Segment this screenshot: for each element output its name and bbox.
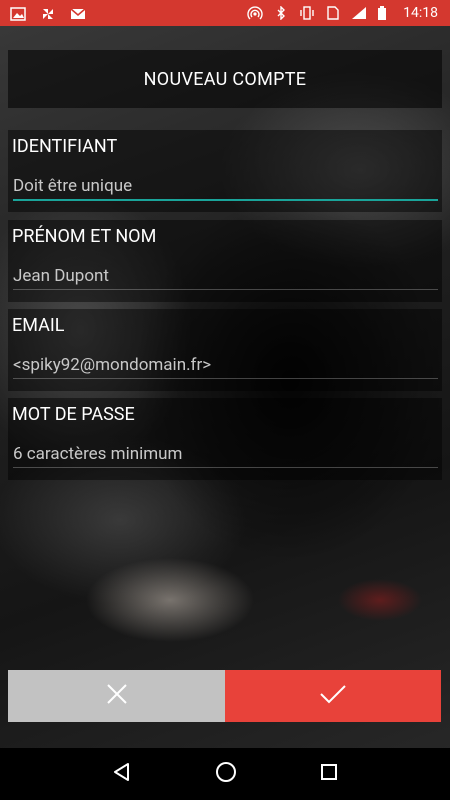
username-underline <box>13 199 438 201</box>
password-field[interactable]: MOT DE PASSE 6 caractères minimum <box>8 398 442 480</box>
cancel-button[interactable] <box>8 670 225 722</box>
page-title: NOUVEAU COMPTE <box>143 68 307 90</box>
hotspot-icon <box>247 6 263 20</box>
image-icon <box>10 6 26 21</box>
bluetooth-icon <box>273 5 289 21</box>
gmail-icon <box>70 6 86 20</box>
email-label: EMAIL <box>12 315 65 336</box>
confirm-button[interactable] <box>225 670 441 722</box>
clock: 14:18 <box>403 5 438 21</box>
vibrate-icon <box>299 6 315 20</box>
username-input[interactable]: Doit être unique <box>13 176 132 196</box>
password-input[interactable]: 6 caractères minimum <box>13 444 182 464</box>
email-underline <box>13 378 438 379</box>
username-label: IDENTIFIANT <box>12 136 118 157</box>
home-icon[interactable] <box>215 761 237 787</box>
username-field[interactable]: IDENTIFIANT Doit être unique <box>8 130 442 212</box>
battery-icon <box>377 6 393 20</box>
email-field[interactable]: EMAIL <spiky92@mondomain.fr> <box>8 309 442 391</box>
fullname-field[interactable]: PRÉNOM ET NOM Jean Dupont <box>8 220 442 302</box>
checkmark-icon <box>319 683 347 709</box>
back-icon[interactable] <box>112 762 132 786</box>
fullname-label: PRÉNOM ET NOM <box>12 226 157 247</box>
password-label: MOT DE PASSE <box>12 404 135 425</box>
page-title-bar: NOUVEAU COMPTE <box>8 50 442 108</box>
fullname-input[interactable]: Jean Dupont <box>13 266 109 286</box>
signal-icon <box>351 6 367 20</box>
navigation-bar <box>0 748 450 800</box>
fullname-underline <box>13 289 438 290</box>
password-underline <box>13 467 438 468</box>
status-bar: 14:18 <box>0 0 450 26</box>
recents-icon[interactable] <box>320 763 338 785</box>
close-icon <box>106 683 128 709</box>
pinwheel-icon <box>40 6 56 20</box>
email-input[interactable]: <spiky92@mondomain.fr> <box>13 355 211 375</box>
sim-icon <box>325 6 341 20</box>
